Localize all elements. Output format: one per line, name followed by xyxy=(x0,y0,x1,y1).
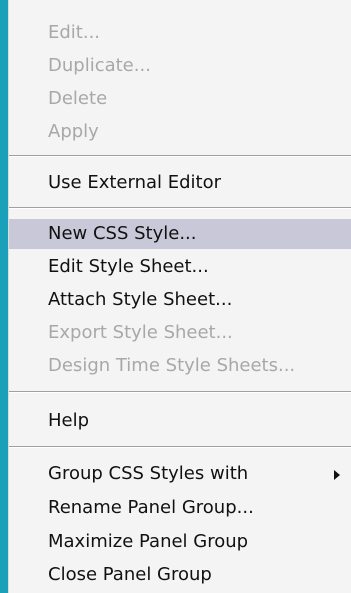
menu-separator xyxy=(9,207,351,209)
menu-item-attach-style-sheet[interactable]: Attach Style Sheet... xyxy=(9,285,351,315)
menu-item-label: New CSS Style... xyxy=(48,223,197,244)
menu-item-apply[interactable]: Apply xyxy=(9,117,351,147)
menu-item-label: Use External Editor xyxy=(48,172,222,193)
context-menu: Edit... Duplicate... Delete Apply Use Ex… xyxy=(8,0,351,593)
menu-item-use-external-editor[interactable]: Use External Editor xyxy=(9,168,351,198)
menu-item-edit[interactable]: Edit... xyxy=(9,18,351,48)
menu-separator xyxy=(9,391,351,393)
menu-item-label: Close Panel Group xyxy=(48,564,212,585)
menu-item-edit-style-sheet[interactable]: Edit Style Sheet... xyxy=(9,252,351,282)
menu-item-label: Design Time Style Sheets... xyxy=(48,355,296,376)
menu-item-label: Export Style Sheet... xyxy=(48,322,233,343)
menu-item-duplicate[interactable]: Duplicate... xyxy=(9,51,351,81)
menu-item-label: Maximize Panel Group xyxy=(48,531,249,552)
menu-item-design-time-style-sheets[interactable]: Design Time Style Sheets... xyxy=(9,351,351,381)
menu-item-rename-panel-group[interactable]: Rename Panel Group... xyxy=(9,493,351,523)
menu-item-label: Delete xyxy=(48,88,108,109)
menu-item-label: Help xyxy=(48,410,90,431)
menu-item-export-style-sheet[interactable]: Export Style Sheet... xyxy=(9,318,351,348)
chevron-right-icon xyxy=(334,470,340,480)
menu-item-label: Group CSS Styles with xyxy=(48,463,249,484)
menu-item-label: Attach Style Sheet... xyxy=(48,289,233,310)
menu-item-group-css-styles-with[interactable]: Group CSS Styles with xyxy=(9,459,351,489)
menu-item-label: Edit... xyxy=(48,22,101,43)
menu-item-new-css-style[interactable]: New CSS Style... xyxy=(9,219,351,249)
menu-separator xyxy=(9,446,351,448)
menu-item-delete[interactable]: Delete xyxy=(9,84,351,114)
menu-item-help[interactable]: Help xyxy=(9,406,351,436)
menu-item-close-panel-group[interactable]: Close Panel Group xyxy=(9,560,351,590)
menu-item-label: Apply xyxy=(48,121,99,142)
menu-item-label: Rename Panel Group... xyxy=(48,497,254,518)
menu-item-maximize-panel-group[interactable]: Maximize Panel Group xyxy=(9,527,351,557)
menu-item-label: Edit Style Sheet... xyxy=(48,256,209,277)
menu-item-label: Duplicate... xyxy=(48,55,151,76)
menu-separator xyxy=(9,155,351,157)
